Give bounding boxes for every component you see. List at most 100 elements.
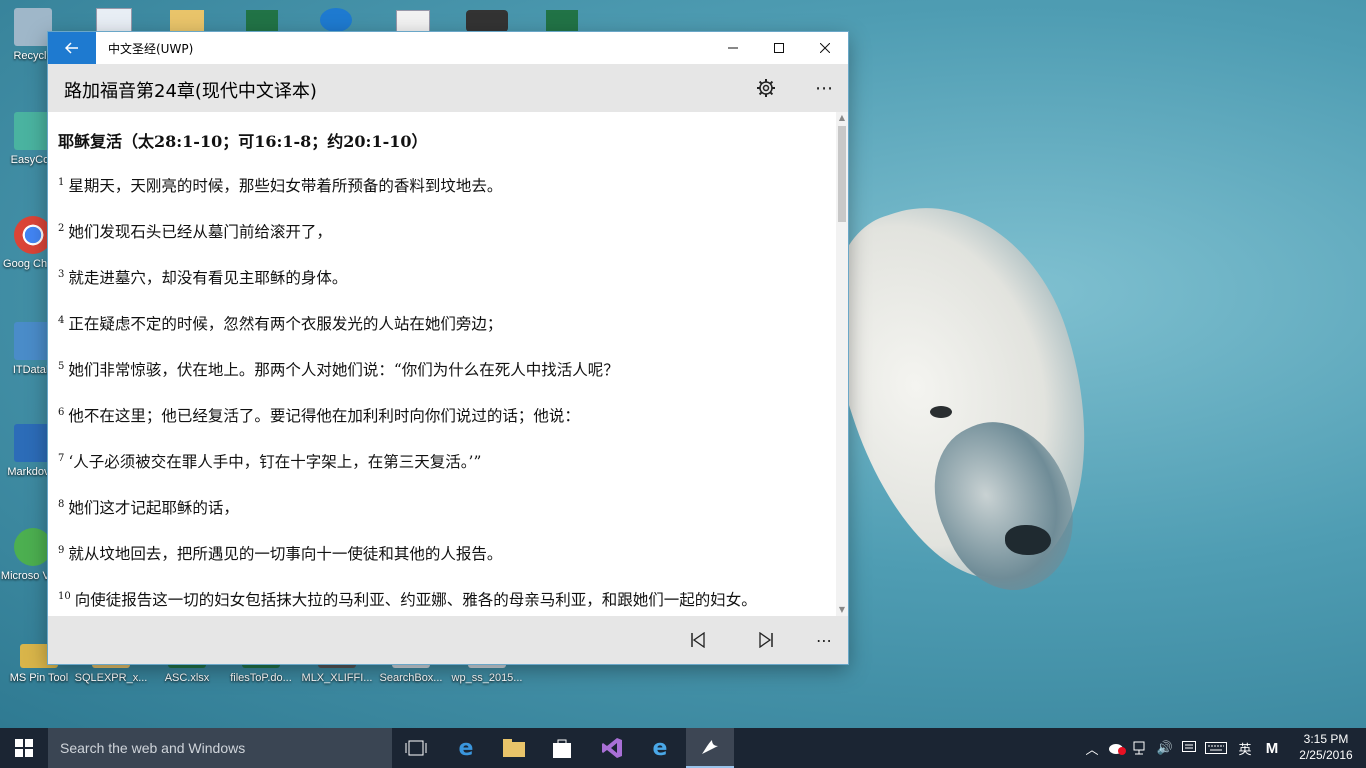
verse: 10 向使徒报告这一切的妇女包括抹大拉的马利亚、约亚娜、雅各的母亲马利亚，和跟她们… [58,586,826,611]
minimize-icon [728,47,738,49]
scroll-up-icon[interactable]: ▲ [836,112,848,124]
task-view-icon [405,740,427,756]
bottom-app-bar: ⋯ [48,616,848,664]
vpn-icon [14,528,52,566]
taskbar-bible-app[interactable] [686,728,734,768]
notification-icon [1182,741,1196,752]
chrome-icon [14,216,52,254]
easycon-icon [14,112,52,150]
folder-icon[interactable] [170,10,204,32]
touch-keyboard-button[interactable] [1204,738,1228,758]
desktop-icon-label: filesToP.do... [230,672,292,684]
taskbar-edge[interactable]: e [442,728,490,768]
maximize-button[interactable] [756,32,802,64]
recycle-bin-icon [14,8,52,46]
close-button[interactable] [802,32,848,64]
ime-mode: M [1265,739,1279,757]
ie-icon[interactable] [320,8,352,32]
desktop-icon-label: MS Pin Tool [9,672,69,684]
verse-text: 她们这才记起耶稣的话， [68,499,239,517]
bottom-more-button[interactable]: ⋯ [806,624,842,656]
more-options-button[interactable]: ⋯ [806,72,842,104]
network-tray[interactable] [1132,738,1150,758]
verse: 2 她们发现石头已经从墓门前给滚开了， [58,218,826,243]
verse: 5 她们非常惊骇，伏在地上。那两个人对她们说：“你们为什么在死人中找活人呢？ [58,356,826,381]
taskbar-file-explorer[interactable] [490,728,538,768]
store-icon [553,739,571,758]
verse-number: 4 [58,315,65,326]
markdown-icon [14,424,52,462]
verse-text: 他不在这里；他已经复活了。要记得他在加利利时向你们说过的话；他说： [68,407,580,425]
ie-icon: e [652,735,668,761]
verse-number: 9 [58,545,65,556]
settings-button[interactable] [748,72,784,104]
taskbar-clock[interactable]: 3:15 PM 2/25/2016 [1294,731,1358,763]
maximize-icon [774,43,784,53]
scroll-down-icon[interactable]: ▼ [836,604,848,616]
desktop-icon-label: wp_ss_2015... [451,672,523,684]
chapter-title: 路加福音第24章(现代中文译本) [64,81,317,102]
document-icon[interactable] [96,8,132,34]
verse-number: 3 [58,269,65,280]
visual-studio-icon [602,738,622,758]
clock-date: 2/25/2016 [1299,748,1353,762]
speaker-icon: 🔊 [1156,740,1174,755]
verse: 7 ‘人子必须被交在罪人手中，钉在十字架上，在第三天复活。’” [58,448,826,473]
vertical-scrollbar[interactable]: ▲ ▼ [836,112,848,616]
show-hidden-icons-button[interactable]: ︿ [1084,738,1100,758]
start-button[interactable] [0,728,48,768]
cloud-error-icon [1109,744,1126,755]
chevron-up-icon: ︿ [1085,741,1099,757]
verse: 8 她们这才记起耶稣的话， [58,494,826,519]
verse-text: 就走进墓穴，却没有看见主耶稣的身体。 [68,269,348,287]
taskbar-store[interactable] [538,728,586,768]
wallpaper-bear-eye [930,406,952,418]
ime-mode-indicator[interactable]: M [1262,738,1282,758]
desktop-icon-label: MLX_XLIFFI... [301,672,373,684]
section-heading: 耶稣复活（太28:1-10；可16:1-8；约20:1-10） [58,132,428,151]
itdata-icon [14,322,52,360]
taskbar: Search the web and Windows e e ︿ 🔊 英 M 3… [0,728,1366,768]
verse-text: 星期天，天刚亮的时候，那些妇女带着所预备的香料到坟地去。 [68,177,503,195]
bible-app-window: 中文圣经(UWP) 路加福音第24章(现代中文译本) ⋯ 耶稣复活（太28:1-… [48,32,848,664]
taskbar-search-box[interactable]: Search the web and Windows [48,728,392,768]
se-app-icon[interactable] [466,10,508,32]
desktop-icon-label: ASC.xlsx [164,672,210,684]
verse: 6 他不在这里；他已经复活了。要记得他在加利利时向你们说过的话；他说： [58,402,826,427]
verse-text: 向使徒报告这一切的妇女包括抹大拉的马利亚、约亚娜、雅各的母亲马利亚，和跟她们一起… [74,591,757,609]
verse: 1 星期天，天刚亮的时候，那些妇女带着所预备的香料到坟地去。 [58,172,826,197]
scroll-thumb[interactable] [838,126,846,222]
more-icon: ⋯ [816,630,832,650]
more-icon: ⋯ [815,77,833,99]
verse-text: ‘人子必须被交在罪人手中，钉在十字架上，在第三天复活。’” [68,453,482,471]
folder-icon [503,739,525,757]
excel-icon[interactable] [546,10,578,32]
title-bar: 中文圣经(UWP) [48,32,848,64]
skip-previous-icon [691,632,705,648]
verse-number: 10 [58,591,71,602]
volume-tray[interactable]: 🔊 [1156,738,1174,758]
taskbar-internet-explorer[interactable]: e [636,728,684,768]
verse-text: 她们发现石头已经从墓门前给滚开了， [68,223,332,241]
minimize-button[interactable] [710,32,756,64]
verse-number: 7 [58,453,65,464]
verse-text: 正在疑虑不定的时候，忽然有两个衣服发光的人站在她们旁边； [68,315,503,333]
edge-icon: e [458,735,474,761]
verse: 3 就走进墓穴，却没有看见主耶稣的身体。 [58,264,826,289]
next-chapter-button[interactable] [748,624,784,656]
text-file-icon[interactable] [396,10,430,34]
taskbar-visual-studio[interactable] [588,728,636,768]
close-icon [820,43,830,53]
excel-icon[interactable] [246,10,278,32]
desktop-icon-label: SearchBox... [379,672,443,684]
verse-text: 就从坟地回去，把所遇见的一切事向十一使徒和其他的人报告。 [68,545,503,563]
previous-chapter-button[interactable] [680,624,716,656]
input-language-indicator[interactable]: 英 [1236,738,1254,758]
onedrive-tray[interactable] [1108,738,1126,758]
back-button[interactable] [48,32,96,64]
task-view-button[interactable] [392,728,440,768]
chapter-content[interactable]: 耶稣复活（太28:1-10；可16:1-8；约20:1-10） 1 星期天，天刚亮… [48,112,836,616]
gear-icon [757,79,775,97]
back-arrow-icon [65,42,78,54]
action-center-button[interactable] [1180,738,1198,758]
